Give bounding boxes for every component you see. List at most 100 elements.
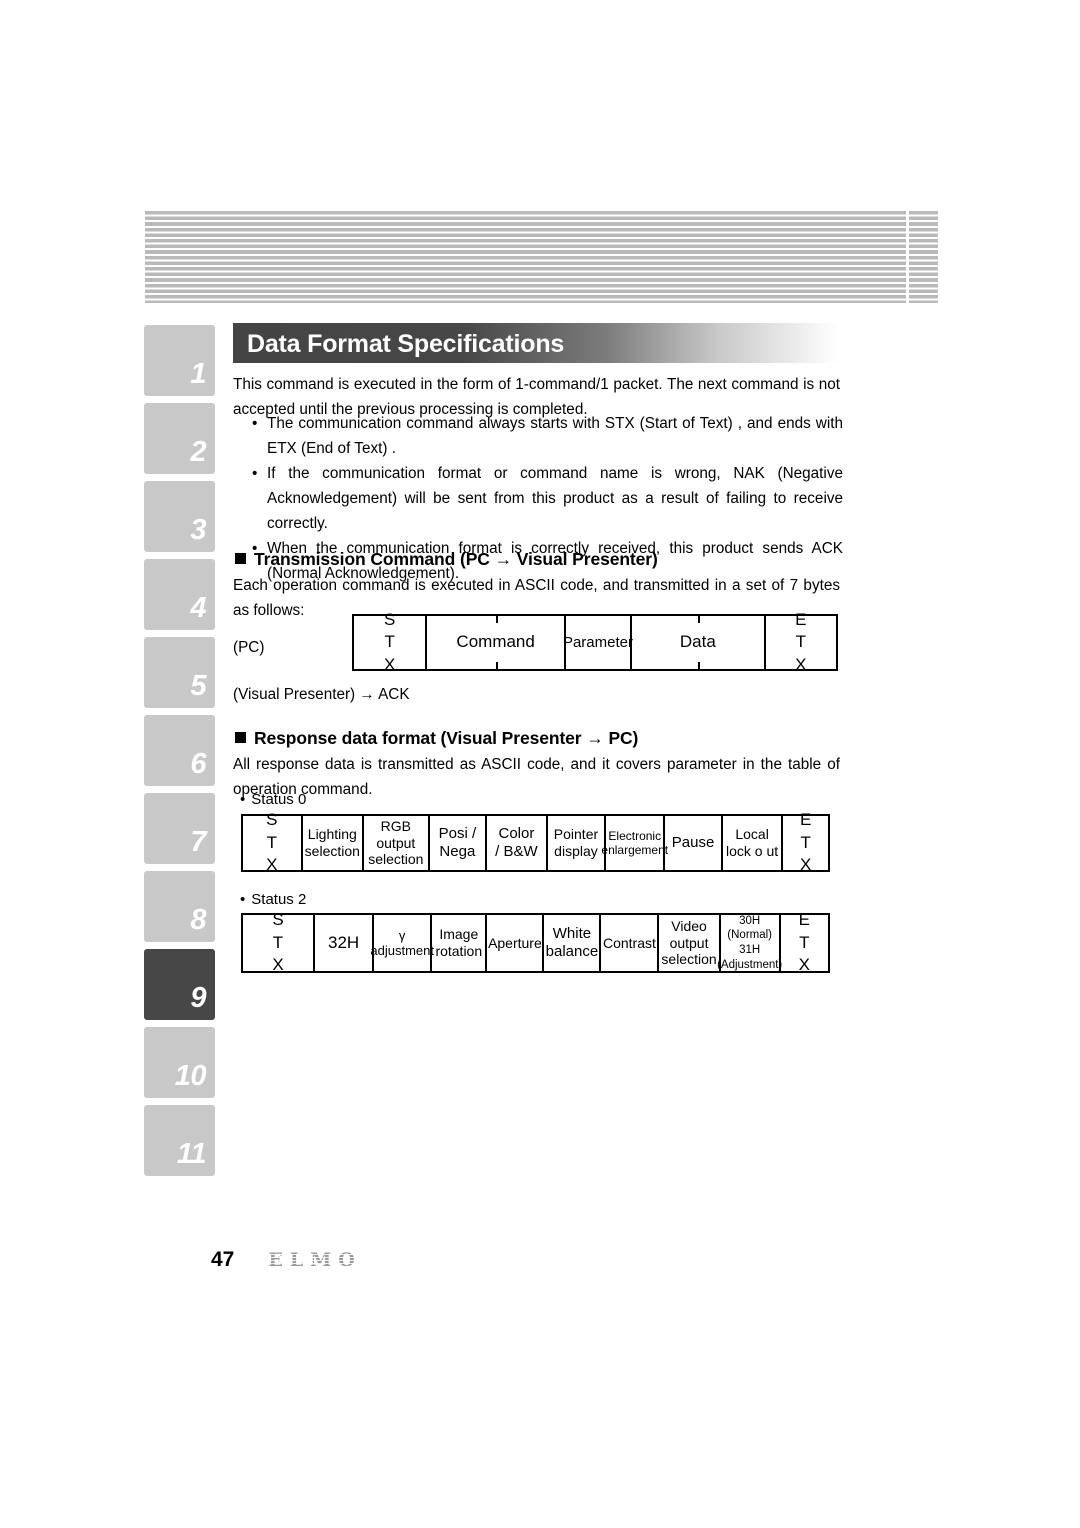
- sidebar-tab-label: 7: [190, 826, 206, 858]
- subdivision-tick-icon: [495, 616, 498, 623]
- sidebar-tab-2[interactable]: 2: [144, 403, 215, 474]
- cell-line: selection: [304, 843, 360, 859]
- status-0-packet-table: S T X Lighting selection RGB output sele…: [241, 810, 830, 874]
- cell-line: Posi /: [438, 825, 477, 843]
- pc-sender-label: (PC): [233, 639, 265, 656]
- page-title: Data Format Specifications: [247, 330, 565, 358]
- packet-cell-contrast: Contrast: [601, 915, 660, 971]
- sidebar-tab-label: 11: [176, 1138, 207, 1170]
- sidebar-tab-label: 6: [190, 748, 206, 780]
- cell-line: E: [800, 810, 812, 830]
- cell-line: S: [272, 910, 284, 930]
- sidebar-tab-9-active[interactable]: 9: [144, 949, 215, 1020]
- cell-line: X: [272, 955, 284, 975]
- section-title-bar: Data Format Specifications: [233, 323, 838, 363]
- heading-text: Transmission Command (PC → Visual Presen…: [254, 549, 658, 569]
- packet-cell-30h-31h-mode: 30H (Normal) 31H (Adjustment): [717, 914, 782, 971]
- cell-line: T: [272, 932, 284, 952]
- cell-line: White: [552, 925, 592, 943]
- cell-line: T: [266, 832, 277, 852]
- packet-cell-lighting-selection: Lighting selection: [303, 816, 365, 870]
- page-number: 47: [211, 1248, 235, 1271]
- cell-line: Electronic: [608, 828, 662, 843]
- sidebar-tab-label: 10: [174, 1060, 207, 1092]
- packet-cell-stx: S T X: [243, 910, 315, 974]
- packet-cell-data: Data: [632, 616, 766, 669]
- cell-line: enlargement: [601, 843, 669, 857]
- cell-line: selection: [661, 951, 717, 968]
- sidebar-tab-4[interactable]: 4: [144, 559, 215, 630]
- cell-line: X: [266, 855, 278, 875]
- cell-line: RGB: [380, 818, 411, 835]
- sidebar-tab-5[interactable]: 5: [144, 637, 215, 708]
- heading-text: Response data format (Visual Presenter →…: [254, 728, 639, 748]
- elmo-logo-text: ELMO: [268, 1249, 362, 1271]
- subdivision-tick-icon: [697, 662, 700, 669]
- chapter-index-tabs: 1 2 3 4 5 6 7 8 9 10 11: [144, 325, 215, 1183]
- cell-line: E: [798, 910, 810, 930]
- cell-line: Color: [498, 825, 535, 843]
- status-2-label: Status 2: [240, 891, 306, 908]
- response-data-format-heading: Response data format (Visual Presenter →…: [235, 728, 638, 749]
- cell-line: adjustment: [370, 943, 434, 958]
- packet-cell-command: Command: [427, 616, 566, 669]
- packet-cell-white-balance: White balance: [544, 915, 602, 971]
- cell-line: Local: [735, 826, 769, 843]
- cell-line: Parameter: [562, 633, 633, 651]
- page-footer: 47 ELMO: [211, 1248, 362, 1272]
- packet-cell-parameter: Parameter: [562, 616, 633, 669]
- packet-cell-color-bw: Color / B&W: [487, 816, 548, 870]
- packet-cell-etx: E T X: [783, 810, 828, 874]
- list-item: If the communication format or command n…: [245, 461, 843, 536]
- sidebar-tab-10[interactable]: 10: [144, 1027, 215, 1098]
- sidebar-tab-label: 4: [190, 592, 206, 624]
- list-item: The communication command always starts …: [245, 411, 843, 461]
- packet-cell-stx: S T X: [354, 610, 428, 674]
- sidebar-tab-label: 5: [190, 670, 206, 702]
- cell-line: T: [795, 632, 807, 652]
- cell-line: rotation: [435, 943, 483, 959]
- sidebar-tab-8[interactable]: 8: [144, 871, 215, 942]
- packet-cell-etx: E T X: [766, 610, 836, 674]
- cell-line: T: [384, 632, 395, 652]
- status-2-packet-table: S T X 32H γ adjustment Image rotation Ap…: [241, 910, 830, 975]
- cell-line: T: [799, 932, 810, 952]
- sidebar-tab-3[interactable]: 3: [144, 481, 215, 552]
- square-bullet-icon: [235, 553, 246, 564]
- striped-header-gap: [906, 211, 909, 303]
- sidebar-tab-7[interactable]: 7: [144, 793, 215, 864]
- packet-cell-video-output-selection: Video output selection: [659, 915, 721, 971]
- elmo-logo: ELMO: [268, 1249, 362, 1271]
- decorative-striped-header: [145, 211, 938, 303]
- cell-line: / B&W: [495, 843, 538, 860]
- cell-line: Lighting: [307, 826, 357, 843]
- cell-line: T: [800, 832, 811, 852]
- cell-line: (Normal): [727, 929, 773, 942]
- sidebar-tab-label: 3: [190, 514, 206, 546]
- cell-line: S: [383, 609, 396, 629]
- packet-cell-pointer-display: Pointer display: [548, 816, 607, 870]
- cell-line: output: [669, 934, 709, 951]
- sidebar-tab-1[interactable]: 1: [144, 325, 215, 396]
- sidebar-tab-label: 2: [190, 436, 206, 468]
- response-description: All response data is transmitted as ASCI…: [233, 756, 840, 798]
- cell-line: output: [376, 834, 416, 851]
- subdivision-tick-icon: [697, 616, 700, 623]
- cell-line: lock o ut: [726, 843, 779, 859]
- cell-line: Pause: [671, 834, 715, 852]
- cell-line: display: [554, 843, 598, 859]
- packet-cell-aperture: Aperture: [487, 915, 545, 971]
- cell-line: 30H: [739, 914, 761, 927]
- packet-cell-local-lock-out: Local lock o ut: [723, 816, 784, 870]
- packet-cell-rgb-output-selection: RGB output selection: [364, 816, 430, 870]
- cell-line: S: [266, 810, 278, 830]
- cell-line: X: [798, 955, 810, 975]
- square-bullet-icon: [235, 732, 246, 743]
- packet-cell-image-rotation: Image rotation: [432, 915, 488, 971]
- sidebar-tab-6[interactable]: 6: [144, 715, 215, 786]
- cell-line: selection: [368, 851, 424, 868]
- cell-line: Aperture: [488, 934, 542, 951]
- cell-line: X: [795, 654, 807, 674]
- sidebar-tab-11[interactable]: 11: [144, 1105, 215, 1176]
- cell-line: (Adjustment): [717, 958, 783, 971]
